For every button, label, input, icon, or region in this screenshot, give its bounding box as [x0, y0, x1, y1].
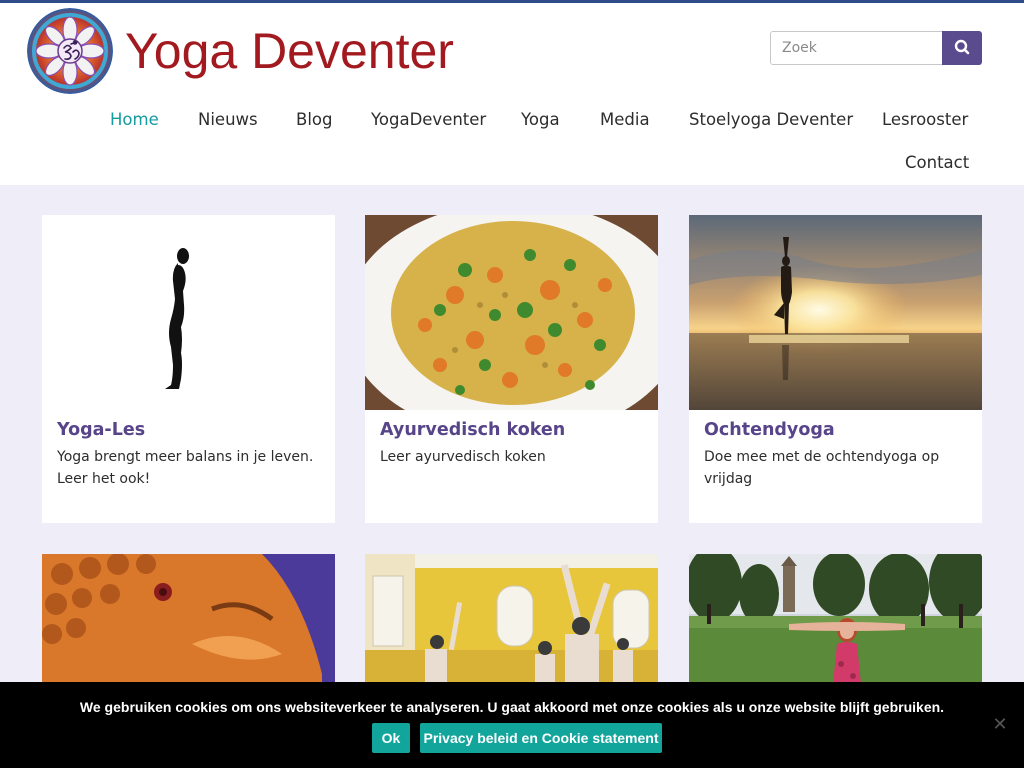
card-title[interactable]: Ochtendyoga — [704, 420, 835, 440]
cookie-ok-button[interactable]: Ok — [372, 723, 410, 753]
search-button[interactable] — [942, 31, 982, 65]
nav-item-nieuws[interactable]: Nieuws — [198, 110, 258, 130]
card-title[interactable]: Yoga-Les — [57, 420, 145, 440]
card-text: Leer ayurvedisch koken — [380, 449, 546, 465]
site-title[interactable]: Yoga Deventer — [125, 21, 454, 81]
card-image[interactable] — [689, 215, 982, 410]
cookie-message: We gebruiken cookies om ons websiteverke… — [79, 699, 945, 715]
site-logo[interactable] — [27, 8, 113, 94]
card-yoga-les[interactable]: Yoga-Les Yoga brengt meer balans in je l… — [42, 215, 335, 523]
nav-item-lesrooster[interactable]: Lesrooster — [882, 110, 968, 130]
card-image[interactable] — [365, 215, 658, 410]
card-image[interactable] — [42, 215, 335, 410]
cookie-policy-button[interactable]: Privacy beleid en Cookie statement — [420, 723, 662, 753]
nav-item-home[interactable]: Home — [110, 110, 159, 130]
yoga-silhouette-image — [42, 215, 335, 410]
nav-item-media[interactable]: Media — [600, 110, 650, 130]
om-mandala-icon — [27, 8, 113, 94]
nav-item-yogadeventer[interactable]: YogaDeventer — [371, 110, 486, 130]
beach-sunset-yoga-image — [689, 215, 982, 410]
cookie-notice: We gebruiken cookies om ons websiteverke… — [0, 682, 1024, 768]
card-text: Doe mee met de ochtendyoga op vrijdag — [704, 449, 940, 487]
search-input[interactable] — [770, 31, 944, 65]
card-ayurvedisch-koken[interactable]: Ayurvedisch koken Leer ayurvedisch koken — [365, 215, 658, 523]
nav-item-yoga[interactable]: Yoga — [521, 110, 560, 130]
search-icon — [954, 39, 970, 55]
nav-item-contact[interactable]: Contact — [905, 153, 969, 173]
card-title[interactable]: Ayurvedisch koken — [380, 420, 565, 440]
nav-item-blog[interactable]: Blog — [296, 110, 332, 130]
site-header: Yoga Deventer Home Nieuws Blog YogaDeven… — [0, 3, 1024, 185]
search-form — [770, 31, 982, 65]
nav-item-stoelyoga-deventer[interactable]: Stoelyoga Deventer — [689, 110, 853, 130]
close-icon[interactable]: ✕ — [991, 716, 1009, 734]
card-text: Yoga brengt meer balans in je leven. Lee… — [57, 449, 314, 487]
card-ochtendyoga[interactable]: Ochtendyoga Doe mee met de ochtendyoga o… — [689, 215, 982, 523]
ayurvedic-food-image — [365, 215, 658, 410]
